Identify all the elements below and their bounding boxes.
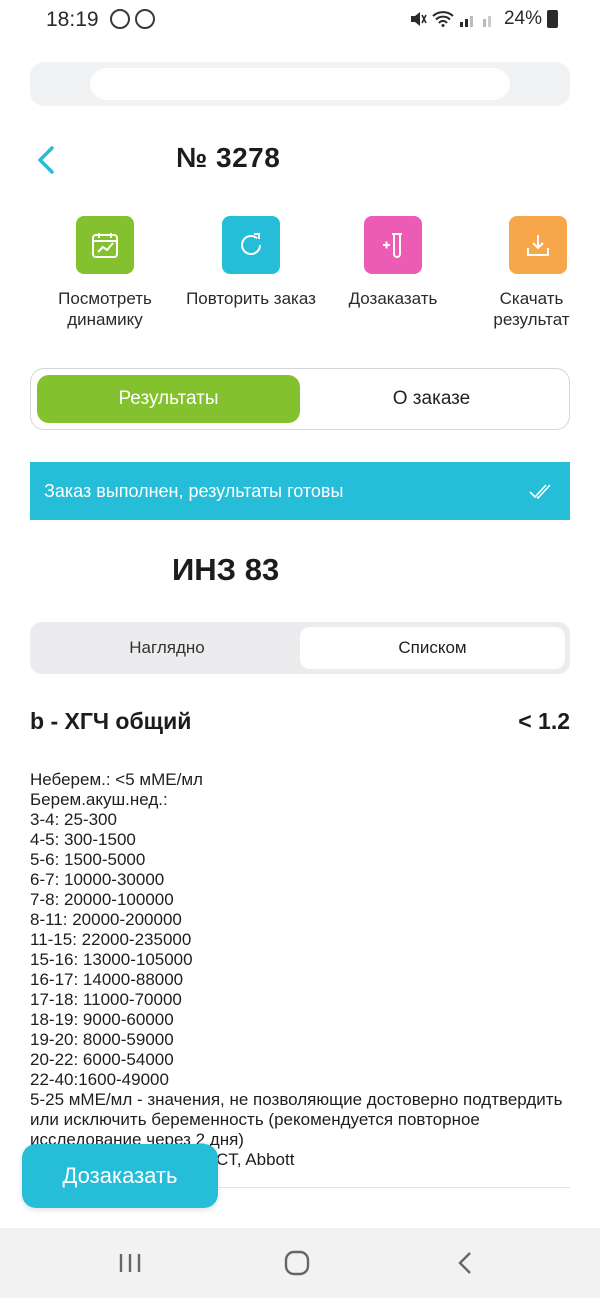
test-tube-plus-icon	[364, 216, 422, 274]
view-visual-option[interactable]: Наглядно	[34, 627, 300, 669]
view-toggle: Наглядно Списком	[30, 622, 570, 674]
refresh-icon	[222, 216, 280, 274]
reference-line: 5-6: 1500-5000	[30, 850, 146, 869]
action-label: Дозаказать	[348, 289, 438, 308]
reference-line: 18-19: 9000-60000	[30, 1010, 174, 1029]
reference-line: 3-4: 25-300	[30, 810, 117, 829]
tab-results[interactable]: Результаты	[37, 375, 300, 423]
reference-line: 22-40:1600-49000	[30, 1070, 169, 1089]
view-dynamics-button[interactable]: Посмотреть динамику	[40, 216, 170, 330]
reference-ranges: Неберем.: <5 мМЕ/мл Берем.акуш.нед.: 3-4…	[30, 770, 575, 1170]
add-order-button[interactable]: Дозаказать	[328, 216, 458, 309]
action-label: Повторить заказ	[186, 289, 316, 308]
double-check-icon	[529, 484, 551, 500]
reference-line: 20-22: 6000-54000	[30, 1050, 174, 1069]
chart-icon	[76, 216, 134, 274]
reference-line: 7-8: 20000-100000	[30, 890, 174, 909]
status-indicators: 24%	[409, 8, 558, 30]
reference-line: 4-5: 300-1500	[30, 830, 136, 849]
reference-line: Берем.акуш.нед.:	[30, 790, 168, 809]
mute-icon	[410, 12, 427, 26]
view-list-option[interactable]: Списком	[300, 627, 565, 669]
tab-about-order[interactable]: О заказе	[300, 375, 563, 423]
viber-icon	[135, 9, 155, 29]
test-code: ИНЗ 83	[172, 552, 280, 587]
results-tabs: Результаты О заказе	[30, 368, 570, 430]
download-icon	[509, 216, 567, 274]
wifi-icon	[432, 11, 454, 27]
status-bar: 18:19 24%	[0, 0, 600, 40]
action-label: Скачать результат	[473, 288, 600, 330]
battery-icon	[547, 10, 558, 28]
home-icon[interactable]	[277, 1246, 317, 1280]
reference-line: 17-18: 11000-70000	[30, 990, 182, 1009]
action-label: Посмотреть динамику	[58, 289, 152, 329]
status-banner-text: Заказ выполнен, результаты готовы	[44, 480, 344, 501]
status-banner: Заказ выполнен, результаты готовы	[30, 462, 570, 520]
viber-icon	[110, 9, 130, 29]
reference-line: 16-17: 14000-88000	[30, 970, 184, 989]
battery-percent: 24%	[503, 8, 542, 29]
test-name: b - ХГЧ общий	[30, 708, 192, 734]
system-nav-bar	[0, 1228, 600, 1298]
reference-line: Неберем.: <5 мМЕ/мл	[30, 770, 203, 789]
signal-icon	[459, 16, 491, 27]
reference-line: 11-15: 22000-235000	[30, 930, 192, 949]
reference-note: 5-25 мМЕ/мл - значения, не позволяющие д…	[30, 1090, 563, 1149]
action-label-text: Скачать результат	[493, 289, 570, 329]
status-time: 18:19	[46, 8, 99, 31]
account-bar[interactable]	[30, 62, 570, 106]
blur-overlay	[90, 68, 510, 100]
add-order-fab[interactable]: Дозаказать	[22, 1144, 218, 1208]
reference-line: 8-11: 20000-200000	[30, 910, 182, 929]
download-results-button[interactable]: Скачать результат	[473, 216, 600, 330]
nav-back-icon[interactable]	[445, 1246, 485, 1280]
repeat-order-button[interactable]: Повторить заказ	[186, 216, 316, 309]
test-value: < 1.2	[518, 708, 570, 734]
order-number: № 3278	[176, 142, 281, 173]
reference-line: 15-16: 13000-105000	[30, 950, 193, 969]
back-icon[interactable]	[32, 142, 62, 178]
recent-apps-icon[interactable]	[110, 1246, 150, 1280]
reference-line: 19-20: 8000-59000	[30, 1030, 174, 1049]
reference-line: 6-7: 10000-30000	[30, 870, 165, 889]
